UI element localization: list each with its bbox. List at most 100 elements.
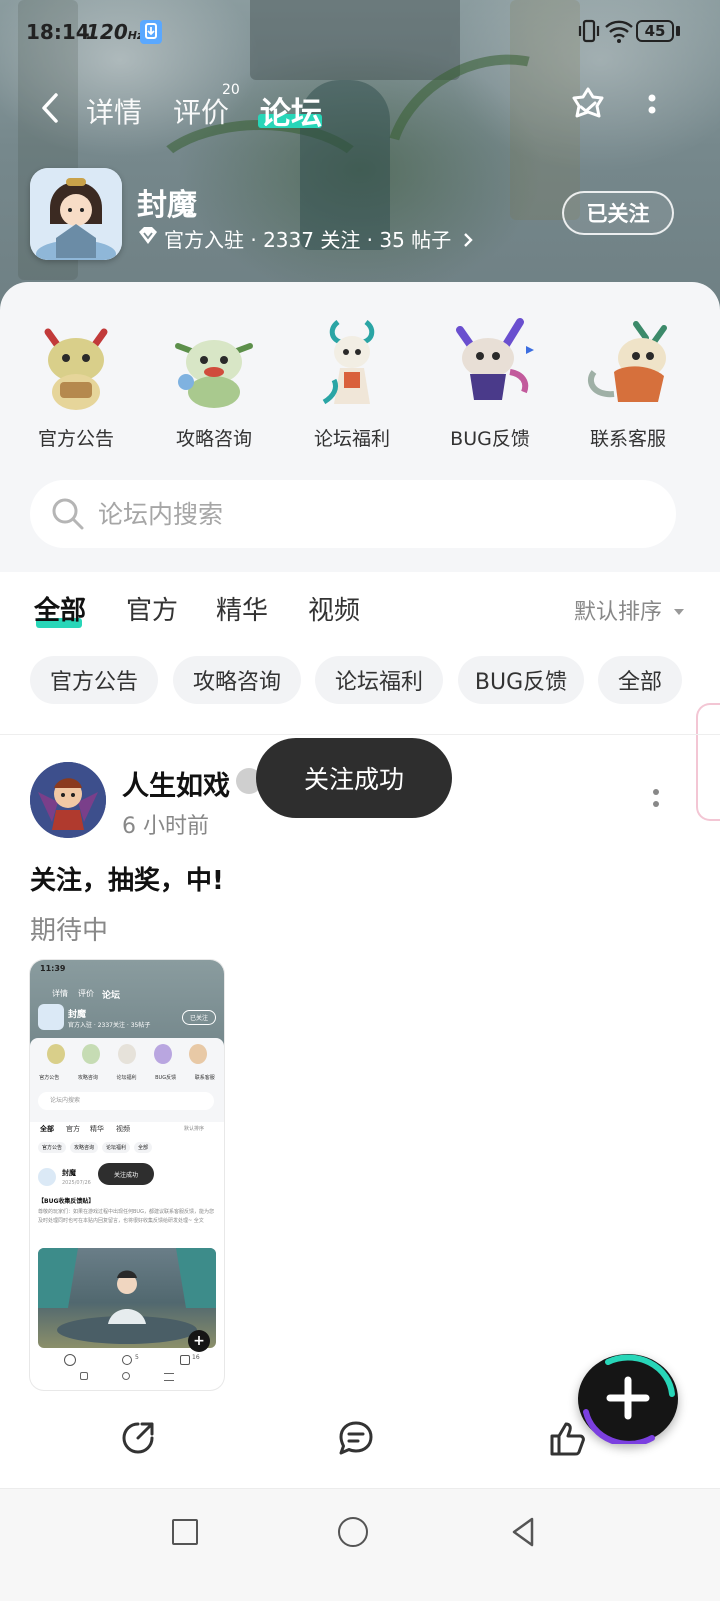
thumb-mascot (82, 1044, 101, 1064)
category-label: 联系客服 (589, 428, 666, 450)
more-menu-button[interactable] (642, 90, 662, 126)
create-post-button[interactable] (578, 1354, 678, 1447)
back-nav-button[interactable] (508, 1515, 540, 1549)
sort-dropdown[interactable]: 默认排序 (574, 594, 685, 626)
tab-forum[interactable]: 论坛 (260, 88, 322, 133)
thumb-comment-count: 5 (135, 1354, 139, 1361)
category-label: 官方公告 (37, 428, 114, 450)
reviews-count-badge: 20 (222, 82, 240, 98)
status-time: 18:14 (26, 20, 90, 44)
chip-all[interactable]: 全部 (598, 656, 682, 704)
favorite-button[interactable] (566, 86, 610, 130)
search-icon (52, 498, 84, 530)
thumb-post-image (38, 1248, 216, 1348)
filter-tab-official[interactable]: 官方 (126, 590, 178, 627)
thumb-filter-tab: 精华 (90, 1125, 104, 1133)
thumb-tab-details: 详情 (52, 989, 68, 998)
thumb-category: 官方公告 (39, 1075, 60, 1081)
battery-icon: 45 (636, 20, 674, 42)
category-bug-report[interactable]: BUG反馈 (420, 300, 560, 451)
category-forum-benefits[interactable]: 论坛福利 (282, 300, 422, 451)
thumb-toast: 关注成功 (98, 1163, 154, 1185)
thumb-post-user: 封魔 (62, 1169, 76, 1177)
section-divider (0, 734, 720, 735)
back-button[interactable] (36, 90, 68, 126)
comment-icon (339, 1421, 373, 1455)
thumb-post-date: 2025/07/26 (62, 1180, 91, 1186)
sort-label: 默认排序 (574, 600, 663, 625)
thumb-category: 联系客服 (194, 1075, 215, 1081)
caret-down-icon (674, 609, 685, 615)
category-customer-service[interactable]: 联系客服 (558, 300, 698, 451)
download-icon (140, 20, 162, 44)
tab-details[interactable]: 详情 (86, 91, 142, 131)
side-floating-tab[interactable] (696, 703, 720, 821)
post-title[interactable]: 关注，抽奖，中! (30, 860, 224, 897)
triangle-back-icon (512, 1517, 534, 1547)
thumb-chips: 官方公告 攻略咨询 论坛福利 全部 (38, 1142, 153, 1153)
thumb-search: 论坛内搜索 (38, 1092, 214, 1110)
dragon-mascot-icon (164, 312, 264, 412)
category-label: 攻略咨询 (175, 428, 252, 450)
star-badge-icon (572, 87, 604, 118)
more-vertical-icon (648, 94, 656, 114)
category-guides[interactable]: 攻略咨询 (144, 300, 284, 451)
filter-tab-video[interactable]: 视频 (308, 590, 360, 627)
category-official-announcement[interactable]: 官方公告 (6, 300, 146, 451)
post-image[interactable]: 11:39 详情 评价 论坛 封魔 官方入驻 · 2337关注 · 35帖子 已… (30, 960, 224, 1390)
thumb-comment-icon (122, 1355, 132, 1365)
more-vertical-icon (653, 789, 659, 807)
back-arrow-icon (42, 93, 58, 123)
thumb-mascots (38, 1044, 216, 1068)
share-button[interactable] (118, 1418, 158, 1458)
post-time: 6 小时前 (122, 814, 209, 839)
dragon-mascot-icon (302, 312, 402, 412)
filter-tab-featured[interactable]: 精华 (216, 590, 268, 627)
thumb-sort-label: 默认排序 (184, 1126, 205, 1132)
system-navigation-bar (0, 1488, 720, 1601)
search-input[interactable] (96, 490, 660, 538)
tab-reviews[interactable]: 评价 (173, 91, 229, 131)
thumb-forum-name: 封魔 (68, 1010, 87, 1020)
filter-tab-all[interactable]: 全部 (34, 590, 86, 627)
comment-button[interactable] (336, 1418, 376, 1458)
thumb-expand-label: 全文 (193, 1218, 204, 1224)
thumb-like-icon (180, 1355, 190, 1365)
background-pavilion (250, 0, 460, 80)
status-refresh-rate: 120Hz (86, 20, 144, 44)
thumb-status-time: 11:39 (40, 964, 66, 973)
thumb-chip: 攻略咨询 (70, 1142, 99, 1153)
thumb-mascot (117, 1044, 136, 1064)
chip-forum-benefits[interactable]: 论坛福利 (315, 656, 443, 704)
post-username[interactable]: 人生如戏 (122, 764, 230, 803)
thumb-tab-reviews: 评价 (78, 989, 94, 998)
plus-icon (583, 1354, 675, 1447)
thumb-mascot (153, 1044, 172, 1064)
chip-official-announcement[interactable]: 官方公告 (30, 656, 158, 704)
dragon-mascot-icon (578, 312, 678, 412)
thumb-chip: 论坛福利 (102, 1142, 131, 1153)
forum-meta[interactable]: 官方入驻 · 2337 关注 · 35 帖子 (164, 224, 474, 253)
avatar[interactable] (30, 762, 106, 838)
thumb-mascot (189, 1044, 208, 1064)
thumb-category: 论坛福利 (116, 1075, 137, 1081)
thumb-category: BUG反馈 (155, 1075, 177, 1081)
post-body[interactable]: 期待中 (30, 910, 108, 947)
post-more-button[interactable] (646, 784, 666, 814)
home-button[interactable] (338, 1517, 368, 1547)
recent-apps-button[interactable] (172, 1519, 198, 1545)
chevron-right-icon (463, 233, 473, 247)
verified-badge-icon (137, 226, 161, 248)
thumb-tab-forum: 论坛 (102, 991, 121, 1001)
chip-bug-report[interactable]: BUG反馈 (458, 656, 584, 704)
thumb-chip: 官方公告 (38, 1142, 67, 1153)
battery-tip (676, 26, 680, 36)
thumb-share-icon (64, 1354, 76, 1366)
chip-guides[interactable]: 攻略咨询 (173, 656, 301, 704)
thumb-filter-tab: 全部 (40, 1125, 54, 1133)
thumb-nav-back-icon (80, 1372, 88, 1380)
forum-search-bar[interactable] (30, 480, 676, 548)
thumb-category: 攻略咨询 (77, 1075, 98, 1081)
follow-button[interactable]: 已关注 (562, 191, 674, 235)
wifi-icon (604, 18, 634, 48)
